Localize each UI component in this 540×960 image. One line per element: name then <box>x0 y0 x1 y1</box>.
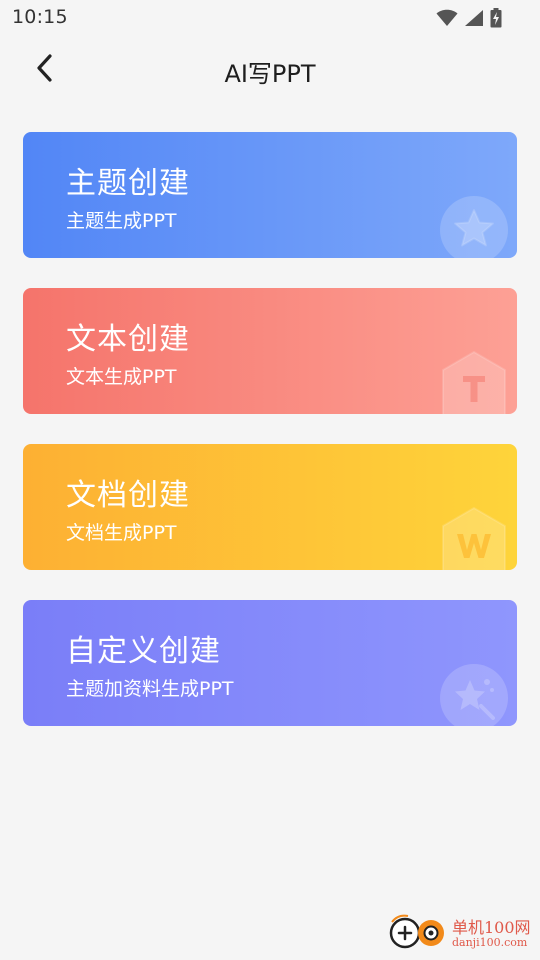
card-subtitle: 文本生成PPT <box>66 366 177 388</box>
card-title: 主题创建 <box>66 166 190 201</box>
word-doc-icon <box>439 506 509 570</box>
status-time: 10:15 <box>12 6 68 28</box>
card-title: 文档创建 <box>66 478 190 513</box>
star-icon <box>439 194 509 258</box>
wifi-icon <box>436 9 458 31</box>
text-t-icon <box>439 350 509 414</box>
signal-icon <box>464 9 484 31</box>
create-options-list: 主题创建 主题生成PPT 文本创建 文本生成PPT 文档创建 文档生成PPT 自… <box>23 132 517 756</box>
magic-star-icon <box>439 662 509 726</box>
card-title: 自定义创建 <box>66 634 221 669</box>
card-subtitle: 文档生成PPT <box>66 522 177 544</box>
watermark-name: 单机100网 <box>452 917 531 937</box>
watermark-url: danji100.com <box>452 935 528 949</box>
text-create-card[interactable]: 文本创建 文本生成PPT <box>23 288 517 414</box>
battery-charging-icon <box>490 8 502 32</box>
card-subtitle: 主题加资料生成PPT <box>66 678 234 700</box>
document-create-card[interactable]: 文档创建 文档生成PPT <box>23 444 517 570</box>
card-subtitle: 主题生成PPT <box>66 210 177 232</box>
theme-create-card[interactable]: 主题创建 主题生成PPT <box>23 132 517 258</box>
custom-create-card[interactable]: 自定义创建 主题加资料生成PPT <box>23 600 517 726</box>
card-title: 文本创建 <box>66 322 190 357</box>
nav-bar: AI写PPT <box>0 40 540 100</box>
page-title: AI写PPT <box>224 60 316 88</box>
danji-logo-icon <box>386 912 448 956</box>
status-bar: 10:15 <box>0 0 540 36</box>
status-icons <box>436 8 502 32</box>
watermark-logo: 单机100网 danji100.com <box>386 912 536 956</box>
